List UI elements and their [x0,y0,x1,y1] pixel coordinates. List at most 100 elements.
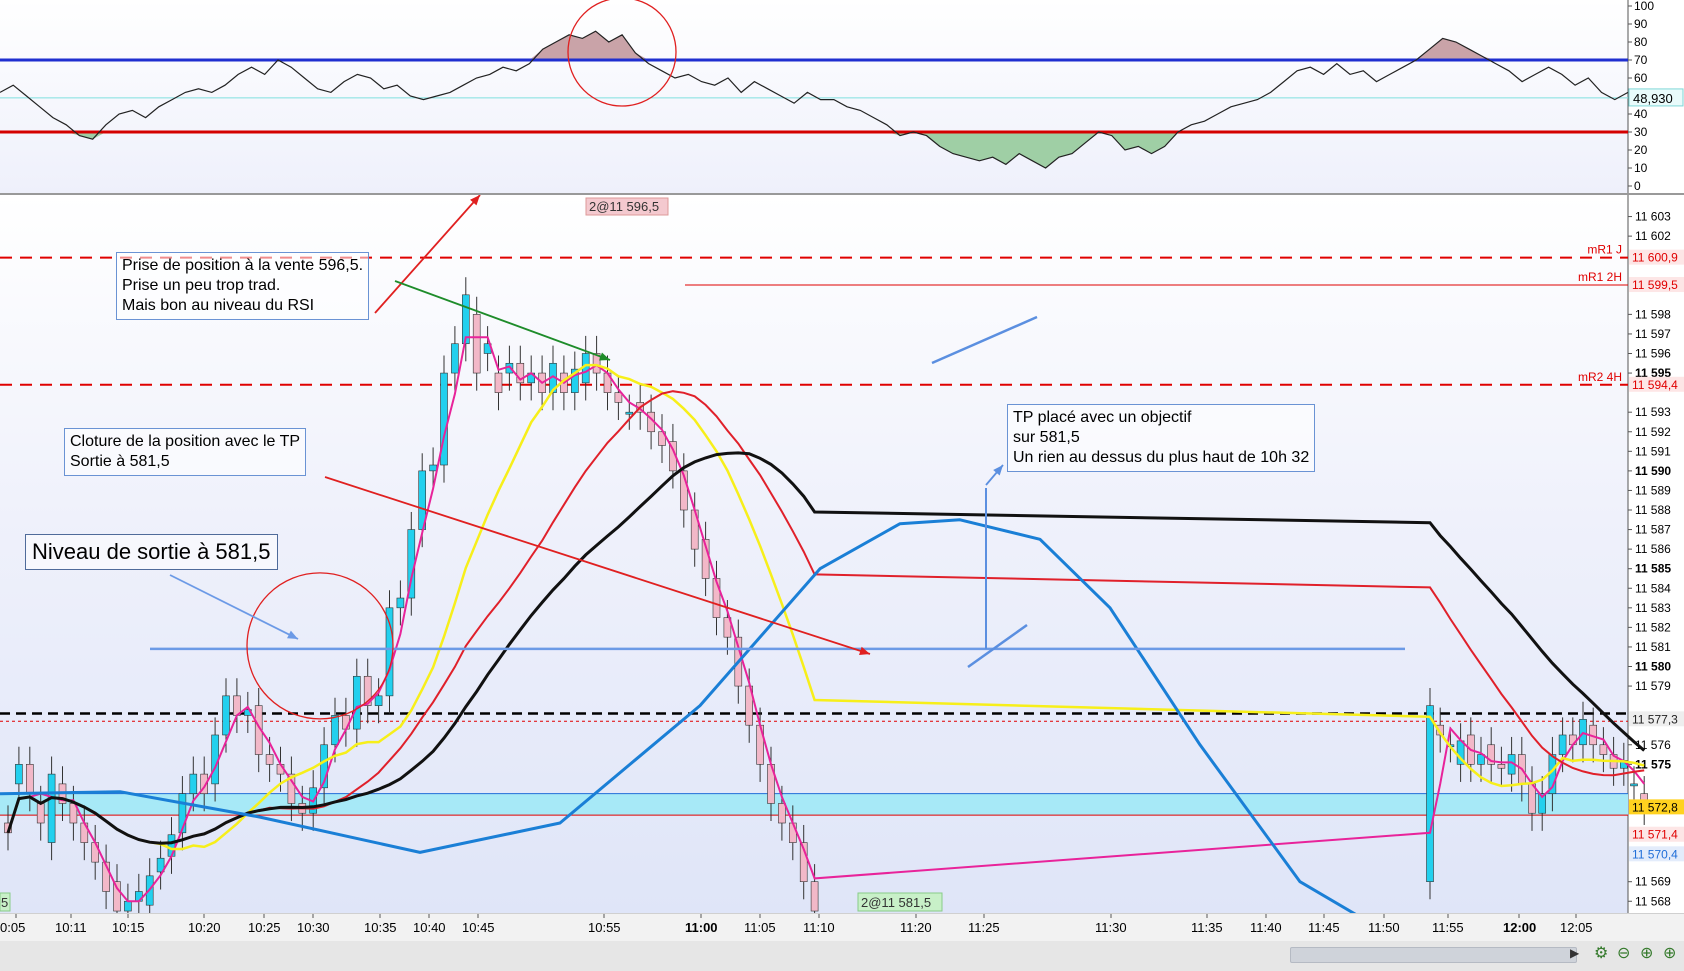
rsi-tick-label: 80 [1634,35,1648,49]
rsi-overbought-fill [0,31,1628,60]
target-note-line-2: sur 581,5 [1013,429,1080,446]
candle [167,834,176,857]
price-tick-label: 11 587 [1635,523,1671,537]
closing-annotation[interactable]: Cloture de la position avec le TP Sortie… [64,428,307,476]
price-tick-label: 11 580 [1635,660,1671,674]
price-panel: mR1 J mR1 2H mR2 4H 11 603 11 602 11 598 11 59… [0,194,1684,942]
entry-annotation[interactable]: Prise de position à la vente 596,5. Pris… [116,252,370,320]
time-tick-label: 11:55 [1432,920,1464,935]
blue-curve-line [0,518,1401,942]
time-axis: 0:05 10:11 10:15 10:20 10:25 10:30 10:35 10:40 1… [0,913,1684,942]
entry-note-line-2: Prise un peu trop trad. [122,277,281,294]
rsi-chart: 100908070605040302010048,930 [0,0,1684,195]
candle [265,754,274,765]
rsi-line [0,30,1629,169]
price-tick-label: 11 593 [1635,405,1671,419]
time-tick-label: 11:35 [1191,920,1223,935]
time-tick-label: 10:35 [364,920,397,935]
candle [189,773,198,794]
time-tick-label: 11:25 [968,920,1000,935]
candle [385,607,394,697]
candle [472,314,481,374]
exit-level-note: Niveau de sortie à 581,5 [32,539,271,564]
time-tick-label: 10:11 [55,920,87,935]
candle [451,343,459,374]
pivot-label: mR1 J [1587,243,1622,257]
rsi-tick-label: 70 [1634,53,1648,67]
candle [1630,783,1638,787]
pivot-label: mR2 4H [1578,370,1622,384]
closing-note-line-2: Sortie à 581,5 [70,453,170,470]
target-annotation[interactable]: TP placé avec un objectif sur 581,5 Un r… [1007,404,1316,472]
rsi-tick-label: 100 [1634,0,1654,13]
rsi-tick-label: 0 [1634,179,1641,193]
candle [222,695,230,736]
candle [778,803,786,824]
candle [15,764,23,785]
time-tick-label: 11:45 [1308,920,1340,935]
time-tick-label: 10:30 [297,920,330,935]
price-tag: 11 570,4 [1632,847,1678,861]
time-tick-label: 10:55 [588,920,621,935]
entry-green-arrow-head [599,352,610,361]
candle [429,464,437,472]
price-tick-label: 11 583 [1635,601,1671,615]
time-tick-label: 10:40 [413,920,446,935]
candle [25,764,34,794]
candle [47,773,56,843]
chart-tools-icon[interactable]: ⚙ [1594,943,1608,963]
price-tick-label: 11 586 [1635,542,1671,556]
exit-trade-marker: 2@11 581,5 [861,895,931,910]
candle [1558,734,1567,755]
candle [331,715,339,746]
candle [36,803,45,824]
rsi-oversold-fill [0,132,1628,168]
candle [810,881,819,912]
candle [625,411,634,415]
price-tick-label: 11 590 [1635,464,1671,478]
price-tag: 11 599,5 [1632,278,1678,292]
time-tick-label: 11:20 [900,920,932,935]
entry-trade-marker: 2@11 596,5 [589,199,659,214]
candle [614,392,623,403]
price-tick-label: 11 589 [1635,483,1671,497]
entry-note-line-3: Mais bon au niveau du RSI [122,297,315,314]
candle [374,695,383,706]
candle [494,372,503,393]
rsi-tick-label: 30 [1634,125,1648,139]
exit-level-arrow [169,574,299,640]
exit-level-annotation[interactable]: Niveau de sortie à 581,5 [25,534,278,570]
zoom-in-icon[interactable]: ⊕ [1640,943,1653,963]
price-tick-label: 11 585 [1635,562,1671,576]
price-tag: 11 577,3 [1632,712,1678,726]
price-tick-label: 11 597 [1635,327,1671,341]
price-tick-label: 11 591 [1635,444,1671,458]
candle [1497,764,1506,769]
closing-note-line-1: Cloture de la position avec le TP [70,433,301,450]
rsi-value-label: 48,930 [1633,91,1673,106]
left-trade-marker: 5 [1,895,8,910]
tp-lower-tick [967,623,1028,669]
horizontal-scrollbar[interactable]: ▶ ⚙ ⊖ ⊕ ⊕ [0,941,1684,971]
price-tick-label: 11 568 [1635,894,1671,908]
price-tick-label: 11 584 [1635,581,1671,595]
price-tick-label: 11 603 [1635,210,1671,224]
time-axis-labels: 0:05 10:11 10:15 10:20 10:25 10:30 10:35 10:40 1… [0,914,1593,935]
entry-note-line-1: Prise de position à la vente 596,5. [122,257,364,274]
price-tick-label: 11 592 [1635,425,1671,439]
candle [788,822,797,843]
candle [352,675,361,730]
zoom-reset-icon[interactable]: ⊕ [1663,943,1676,963]
price-tick-label: 11 598 [1635,307,1671,321]
scrollbar-thumb[interactable] [1290,947,1577,963]
price-tick-label: 11 582 [1635,620,1671,634]
time-tick-label: 11:10 [803,920,835,935]
rsi-tick-label: 40 [1634,107,1648,121]
price-tick-label: 11 596 [1635,347,1671,361]
price-tag: 11 594,4 [1632,378,1678,392]
time-tick-label: 10:25 [248,920,281,935]
zoom-out-icon[interactable]: ⊖ [1617,943,1630,963]
rsi-tick-label: 90 [1634,17,1648,31]
tp-upper-tick [931,315,1038,365]
scroll-right-arrow-icon[interactable]: ▶ [1570,946,1579,960]
